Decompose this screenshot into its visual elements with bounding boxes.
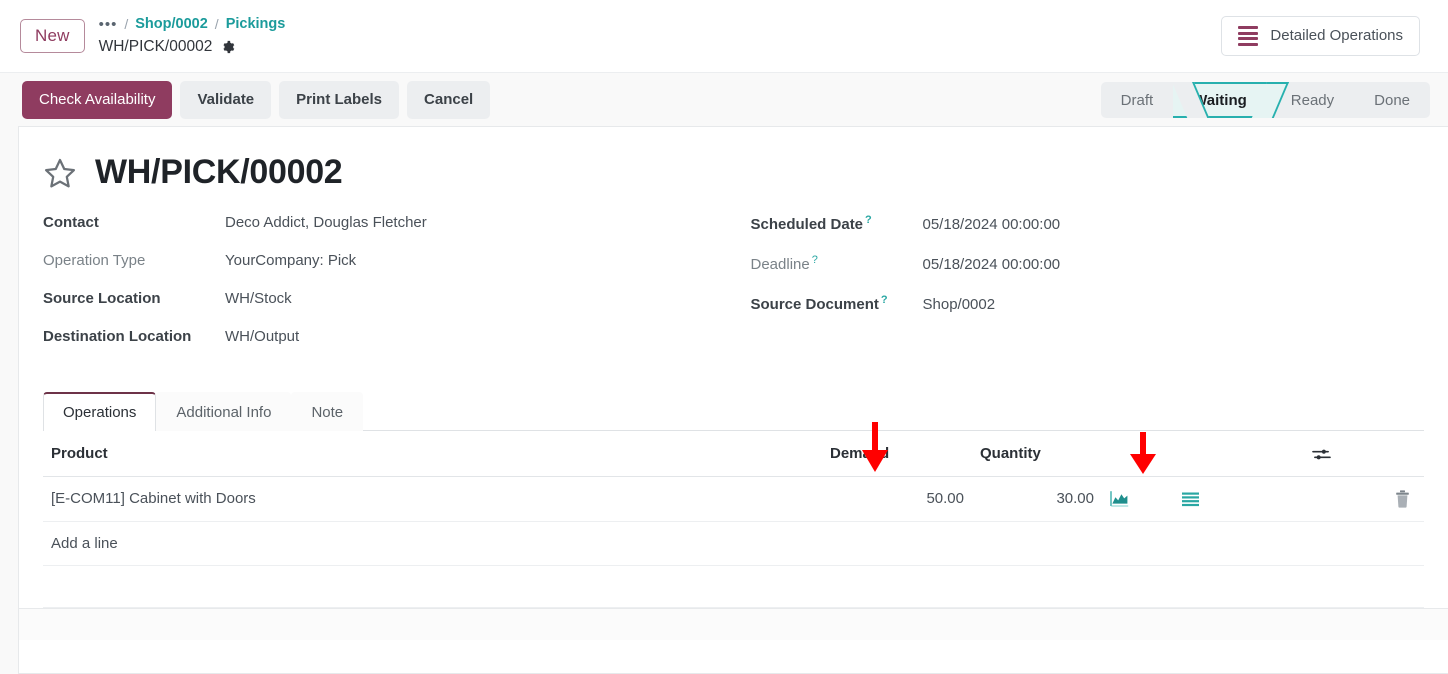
field-deadline: Deadline? 05/18/2024 00:00:00 <box>751 254 1425 273</box>
cell-quantity[interactable]: 30.00 <box>972 476 1102 522</box>
status-bar: Draft Waiting Ready Done <box>1100 82 1430 118</box>
page-title: WH/PICK/00002 <box>95 153 343 191</box>
breadcrumb-current-record: WH/PICK/00002 <box>98 38 213 56</box>
form-column-right: Scheduled Date? 05/18/2024 00:00:00 Dead… <box>734 214 1425 366</box>
tab-note[interactable]: Note <box>291 392 364 431</box>
print-labels-button[interactable]: Print Labels <box>279 80 400 119</box>
breadcrumb-separator: / <box>214 15 219 32</box>
breadcrumb-link-shop[interactable]: Shop/0002 <box>135 16 208 33</box>
column-header-quantity[interactable]: Quantity <box>972 431 1102 477</box>
table-row[interactable]: [E-COM11] Cabinet with Doors 50.00 30.00 <box>43 476 1424 522</box>
field-label-deadline: Deadline? <box>750 254 818 273</box>
field-source-location: Source Location WH/Stock <box>43 290 734 307</box>
form-fields: Contact Deco Addict, Douglas Fletcher Op… <box>19 214 1448 366</box>
operations-lines-table: Product Demand Quantity [E-COM11] Cabine… <box>43 431 1424 608</box>
cell-detailed-operations[interactable] <box>1174 476 1304 522</box>
new-record-badge[interactable]: New <box>20 19 85 53</box>
form-column-left: Contact Deco Addict, Douglas Fletcher Op… <box>43 214 734 366</box>
empty-row <box>43 565 1424 608</box>
action-status-bar: Check Availability Validate Print Labels… <box>0 72 1448 126</box>
trash-icon[interactable] <box>1395 489 1410 508</box>
help-icon[interactable]: ? <box>865 214 872 226</box>
field-value-deadline[interactable]: 05/18/2024 00:00:00 <box>923 256 1061 273</box>
add-a-line-link[interactable]: Add a line <box>43 521 1424 566</box>
field-scheduled-date: Scheduled Date? 05/18/2024 00:00:00 <box>751 214 1425 233</box>
add-line-row[interactable]: Add a line <box>43 521 1424 566</box>
field-value-operation-type[interactable]: YourCompany: Pick <box>225 252 356 269</box>
field-value-source-document[interactable]: Shop/0002 <box>923 296 996 313</box>
table-header-row: Product Demand Quantity <box>43 431 1424 477</box>
field-label-contact: Contact <box>43 214 99 231</box>
breadcrumb: ••• / Shop/0002 / Pickings WH/PICK/00002 <box>99 16 286 57</box>
form-sheet-area: WH/PICK/00002 Contact Deco Addict, Dougl… <box>0 126 1448 674</box>
area-chart-icon[interactable] <box>1110 490 1129 507</box>
help-icon[interactable]: ? <box>812 254 818 266</box>
list-icon[interactable] <box>1182 490 1199 507</box>
status-step-draft[interactable]: Draft <box>1101 82 1174 118</box>
field-label-scheduled-date: Scheduled Date? <box>750 214 872 233</box>
cell-demand[interactable]: 50.00 <box>822 476 972 522</box>
validate-button[interactable]: Validate <box>180 80 272 119</box>
field-label-destination-location: Destination Location <box>43 328 192 345</box>
column-header-product[interactable]: Product <box>43 431 822 477</box>
field-value-contact[interactable]: Deco Addict, Douglas Fletcher <box>225 214 427 231</box>
record-title-row: WH/PICK/00002 <box>19 153 1448 192</box>
field-label-source-location: Source Location <box>43 290 161 307</box>
notebook: Operations Additional Info Note Product … <box>19 392 1448 608</box>
column-header-demand[interactable]: Demand <box>822 431 972 477</box>
status-step-waiting[interactable]: Waiting <box>1173 82 1271 118</box>
cell-delete[interactable] <box>1304 476 1424 522</box>
field-value-scheduled-date[interactable]: 05/18/2024 00:00:00 <box>923 216 1061 233</box>
field-label-operation-type: Operation Type <box>43 252 146 269</box>
gear-icon[interactable] <box>221 40 235 54</box>
field-operation-type: Operation Type YourCompany: Pick <box>43 252 734 269</box>
tab-additional-info[interactable]: Additional Info <box>156 392 292 431</box>
sliders-icon[interactable] <box>1312 445 1331 462</box>
list-lines-icon <box>1238 26 1259 46</box>
breadcrumb-separator: / <box>124 15 129 32</box>
detailed-operations-button[interactable]: Detailed Operations <box>1221 16 1420 56</box>
form-sheet: WH/PICK/00002 Contact Deco Addict, Dougl… <box>18 126 1448 674</box>
check-availability-button[interactable]: Check Availability <box>22 80 173 119</box>
field-value-source-location[interactable]: WH/Stock <box>225 290 292 307</box>
field-value-destination-location[interactable]: WH/Output <box>225 328 299 345</box>
detailed-operations-label: Detailed Operations <box>1270 27 1403 45</box>
sheet-footer-strip <box>19 607 1448 640</box>
cancel-button[interactable]: Cancel <box>407 80 491 119</box>
field-destination-location: Destination Location WH/Output <box>43 328 734 345</box>
cell-forecast-report[interactable] <box>1102 476 1174 522</box>
status-step-done[interactable]: Done <box>1354 82 1430 118</box>
field-source-document: Source Document? Shop/0002 <box>751 294 1425 313</box>
tab-operations[interactable]: Operations <box>43 392 157 431</box>
star-outline-icon[interactable] <box>43 156 77 190</box>
cell-product[interactable]: [E-COM11] Cabinet with Doors <box>43 476 822 522</box>
help-icon[interactable]: ? <box>881 294 888 306</box>
breadcrumb-link-pickings[interactable]: Pickings <box>226 16 286 33</box>
field-contact: Contact Deco Addict, Douglas Fletcher <box>43 214 734 231</box>
top-breadcrumb-bar: New ••• / Shop/0002 / Pickings WH/PICK/0… <box>0 0 1448 72</box>
notebook-tabs: Operations Additional Info Note <box>43 392 1424 431</box>
field-label-source-document: Source Document? <box>750 294 888 313</box>
column-options-header <box>1304 431 1424 477</box>
breadcrumb-overflow-button[interactable]: ••• <box>99 16 118 34</box>
